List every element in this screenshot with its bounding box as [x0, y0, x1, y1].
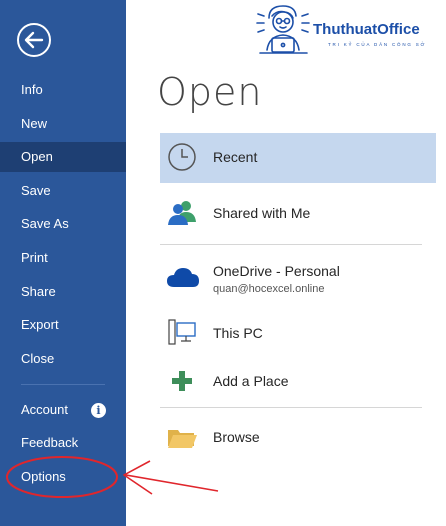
page-title: Open: [157, 70, 263, 114]
location-browse[interactable]: Browse: [160, 418, 436, 456]
sidebar-item-export[interactable]: Export: [0, 310, 126, 340]
locations-divider: [160, 407, 422, 408]
location-this-pc[interactable]: This PC: [160, 313, 436, 353]
info-icon[interactable]: i: [91, 403, 106, 418]
locations-divider: [160, 244, 422, 245]
sidebar-divider: [21, 384, 105, 385]
sidebar-item-print[interactable]: Print: [0, 243, 126, 273]
location-account-email: quan@hocexcel.online: [213, 283, 325, 295]
location-label: Add a Place: [213, 373, 289, 389]
sidebar-item-account[interactable]: Account: [0, 395, 126, 425]
sidebar-item-save[interactable]: Save: [0, 176, 126, 206]
sidebar-item-info[interactable]: Info: [0, 75, 126, 105]
location-label: Browse: [213, 429, 260, 445]
watermark-title: ThuthuatOffice: [313, 21, 420, 38]
sidebar-item-share[interactable]: Share: [0, 277, 126, 307]
watermark-subtitle: TRI KỶ CỦA DÂN CÔNG SỞ: [328, 42, 427, 47]
location-add-a-place[interactable]: Add a Place: [160, 363, 436, 399]
location-recent[interactable]: Recent: [160, 133, 436, 183]
clock-icon: [168, 143, 196, 171]
location-onedrive[interactable]: OneDrive - Personal quan@hocexcel.online: [160, 255, 436, 301]
sidebar-item-close[interactable]: Close: [0, 344, 126, 374]
folder-icon: [168, 430, 197, 448]
sidebar-item-options[interactable]: Options: [0, 462, 126, 492]
computer-icon: [168, 319, 196, 345]
backstage-sidebar: Info New Open Save Save As Print Share E…: [0, 0, 126, 526]
location-label: OneDrive - Personal: [213, 263, 340, 279]
sidebar-item-save-as[interactable]: Save As: [0, 209, 126, 239]
onedrive-cloud-icon: [167, 268, 199, 287]
plus-icon: [172, 371, 192, 391]
location-shared-with-me[interactable]: Shared with Me: [160, 190, 436, 236]
sidebar-item-new[interactable]: New: [0, 109, 126, 139]
location-label: Recent: [213, 149, 258, 165]
sidebar-item-feedback[interactable]: Feedback: [0, 428, 126, 458]
location-label: Shared with Me: [213, 205, 311, 221]
location-label: This PC: [213, 325, 263, 341]
people-icon: [168, 201, 196, 225]
sidebar-item-open[interactable]: Open: [0, 142, 126, 172]
back-arrow-icon[interactable]: [16, 22, 52, 58]
